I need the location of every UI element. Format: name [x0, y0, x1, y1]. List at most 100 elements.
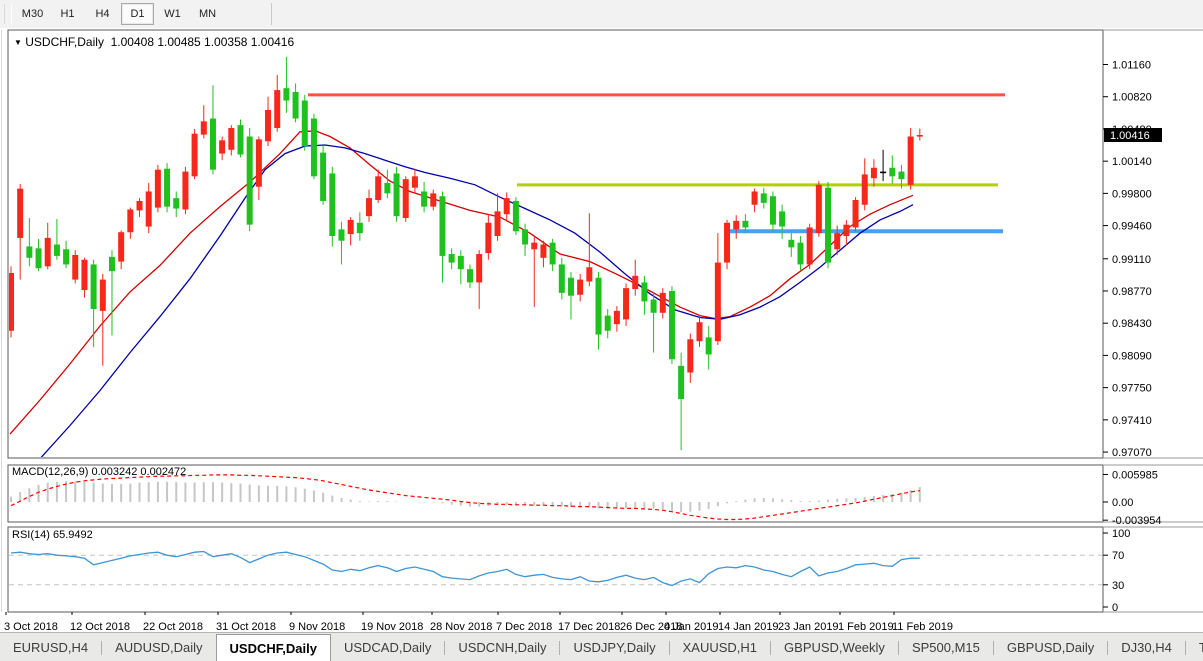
candle-body	[449, 254, 455, 263]
candle-body	[45, 238, 51, 266]
chart-ohlc-values: 1.00408 1.00485 1.00358 1.00416	[111, 35, 295, 49]
tab-gbpusd-daily[interactable]: GBPUSD,Daily	[994, 633, 1107, 661]
rsi-axis-label: 100	[1112, 528, 1130, 540]
candle-body	[458, 256, 464, 269]
candle-body	[238, 125, 244, 154]
candle-body	[302, 101, 308, 146]
candle-body	[834, 233, 840, 249]
date-axis[interactable]: 3 Oct 201812 Oct 201822 Oct 201831 Oct 2…	[4, 612, 953, 632]
candle-body	[577, 280, 583, 295]
candle-body	[908, 137, 914, 185]
candle-body	[889, 168, 895, 177]
candle-body	[137, 201, 143, 210]
candle-body	[843, 225, 849, 236]
mt4-window: M30H1H4D1W1MN 1.011601.008201.004801.001…	[0, 0, 1203, 661]
timeframe-button-mn[interactable]: MN	[191, 3, 224, 25]
tab-usdjpy-daily[interactable]: USDJPY,Daily	[560, 633, 668, 661]
candle-body	[293, 92, 299, 119]
tab-audusd-daily[interactable]: AUDUSD,Daily	[102, 633, 215, 661]
candle-body	[36, 248, 42, 268]
candle-body	[394, 173, 400, 216]
toolbar-grip[interactable]	[4, 4, 12, 24]
candle-body	[559, 264, 565, 292]
candle-body	[669, 291, 675, 359]
date-axis-label: 12 Oct 2018	[70, 621, 130, 632]
price-axis-label: 0.98090	[1112, 350, 1152, 362]
candle-body	[329, 173, 335, 236]
macd-axis-label: 0.005985	[1112, 469, 1158, 481]
candle-body	[862, 174, 868, 204]
candle-body	[430, 193, 436, 206]
price-axis-label: 0.97750	[1112, 383, 1152, 395]
candle-body	[614, 311, 620, 324]
candle-body	[127, 209, 133, 232]
tab-usdchf-daily[interactable]: USDCHF,Daily	[216, 634, 331, 661]
candle-body	[182, 172, 188, 210]
chart-title: ▼ USDCHF,Daily 1.00408 1.00485 1.00358 1…	[14, 35, 294, 49]
candle-body	[706, 337, 712, 354]
candle-body	[384, 183, 390, 193]
price-axis-label: 0.98430	[1112, 318, 1152, 330]
tab-sp500-m15[interactable]: SP500,M15	[899, 633, 993, 661]
timeframe-toolbar: M30H1H4D1W1MN	[0, 0, 1203, 29]
date-axis-label: 31 Oct 2018	[216, 621, 276, 632]
candle-body	[100, 280, 106, 311]
price-axis-label: 1.01160	[1112, 60, 1151, 72]
candle-body	[348, 220, 354, 234]
candle-body	[825, 188, 831, 263]
candle-body	[274, 90, 280, 128]
date-axis-label: 23 Jan 2019	[778, 621, 839, 632]
timeframe-button-d1[interactable]: D1	[121, 3, 154, 25]
date-axis-label: 1 Feb 2019	[838, 621, 894, 632]
candle-body	[17, 189, 23, 238]
timeframe-button-w1[interactable]: W1	[156, 3, 189, 25]
candle-body	[54, 245, 60, 256]
timeframe-button-h4[interactable]: H4	[86, 3, 119, 25]
candle-body	[256, 139, 262, 186]
tab-usdcad-daily[interactable]: USDCAD,Daily	[331, 633, 444, 661]
date-axis-label: 7 Dec 2018	[496, 621, 552, 632]
candle-body	[871, 168, 877, 178]
candle-body	[761, 193, 767, 202]
tab-dj30-h4[interactable]: DJ30,H4	[1108, 633, 1185, 661]
macd-axis-label: -0.003954	[1112, 515, 1162, 527]
candle-body	[366, 198, 372, 216]
price-chart-canvas[interactable]: 1.011601.008201.004801.001400.998000.994…	[0, 28, 1203, 632]
chart-dropdown-icon[interactable]: ▼	[14, 38, 22, 47]
candle-body	[770, 196, 776, 224]
tab-tech100-h1[interactable]: TECH100,H1	[1186, 633, 1203, 661]
pane-bg-2	[8, 527, 1103, 612]
timeframe-button-m30[interactable]: M30	[16, 3, 49, 25]
candle-body	[540, 245, 546, 258]
tab-gbpusd-weekly[interactable]: GBPUSD,Weekly	[771, 633, 898, 661]
price-axis[interactable]: 1.011601.008201.004801.001400.998000.994…	[1103, 60, 1162, 615]
candle-body	[632, 276, 638, 289]
tab-xauusd-h1[interactable]: XAUUSD,H1	[670, 633, 770, 661]
candle-body	[375, 176, 381, 200]
candle-body	[779, 211, 785, 226]
tab-usdcnh-daily[interactable]: USDCNH,Daily	[445, 633, 559, 661]
candle-body	[660, 293, 666, 313]
candle-body	[513, 201, 519, 231]
rsi-axis-label: 0	[1112, 602, 1118, 614]
candle-body	[412, 176, 418, 187]
rsi-axis-label: 30	[1112, 580, 1124, 592]
candle-body	[476, 254, 482, 282]
candle-body	[752, 191, 758, 204]
date-axis-label: 28 Nov 2018	[430, 621, 492, 632]
candle-body	[605, 316, 611, 331]
price-axis-label: 0.99110	[1112, 254, 1151, 266]
candle-body	[898, 172, 904, 180]
rsi-indicator-label: RSI(14) 65.9492	[12, 529, 93, 541]
candle-body	[247, 137, 253, 225]
candle-body	[568, 278, 574, 296]
candle-body	[173, 198, 179, 208]
candle-body	[421, 191, 427, 206]
candle-body	[164, 169, 170, 207]
tab-eurusd-h4[interactable]: EURUSD,H4	[0, 633, 101, 661]
date-axis-label: 11 Feb 2019	[892, 621, 953, 632]
candle-body	[697, 322, 703, 341]
candle-body	[72, 255, 78, 280]
timeframe-button-h1[interactable]: H1	[51, 3, 84, 25]
candle-body	[210, 119, 216, 170]
